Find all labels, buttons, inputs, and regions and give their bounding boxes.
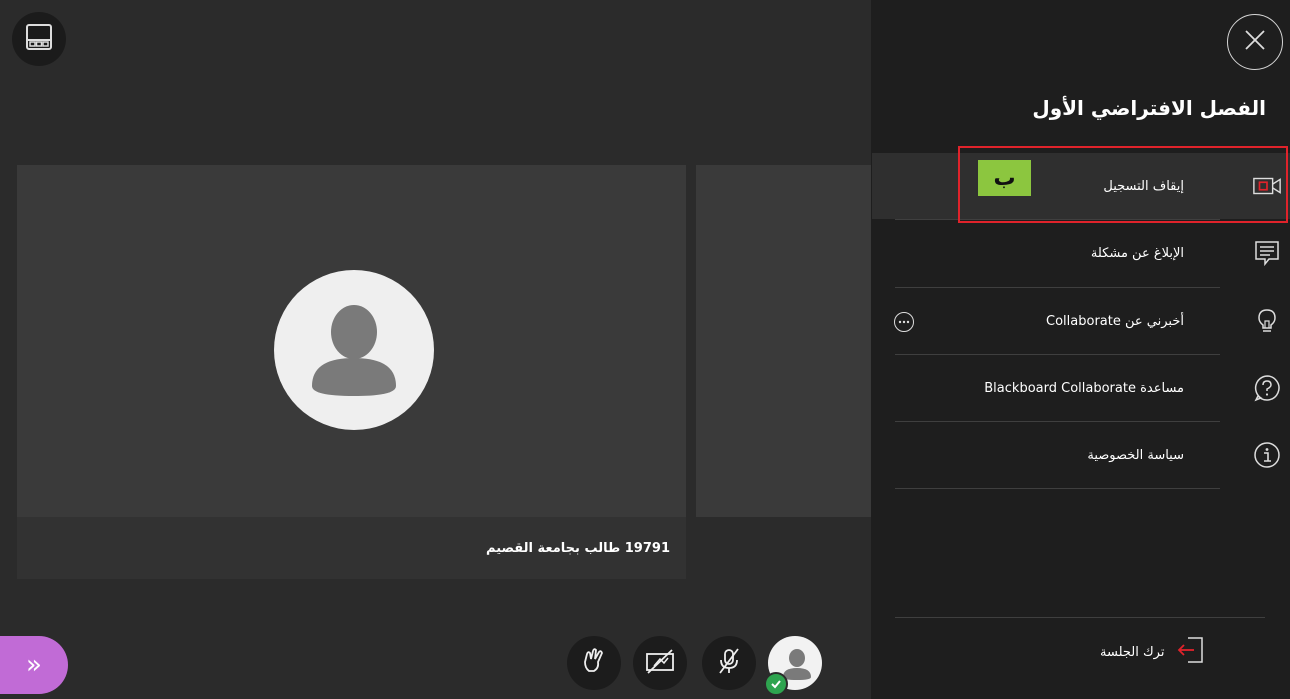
chevrons-right-icon: » [26,650,42,680]
info-icon [1252,440,1282,470]
camera-off-icon [644,646,676,680]
menu-item-privacy-policy[interactable]: سياسة الخصوصية [895,422,1280,488]
leave-divider [895,617,1265,618]
participant-name: 19791 طالب بجامعة القصيم [486,541,670,556]
lightbulb-icon [1252,306,1282,336]
connected-check-icon [764,672,788,696]
exit-icon [1176,634,1206,670]
menu-item-label: مساعدة Blackboard Collaborate [984,380,1184,396]
grid-layout-icon [24,22,54,56]
participant-avatar [274,270,434,430]
menu-item-label: أخبرني عن Collaborate [1046,313,1184,329]
menu-item-label: الإبلاغ عن مشكلة [1090,245,1184,261]
my-status-button[interactable] [764,636,822,696]
help-icon [1252,373,1282,403]
leave-session-button[interactable]: ترك الجلسة [1100,632,1270,672]
hand-raise-icon [579,646,609,680]
microphone-toggle-button[interactable] [702,636,756,690]
participant-name-bar: 19791 طالب بجامعة القصيم [17,517,686,579]
close-panel-button[interactable] [1227,14,1283,70]
menu-item-label: سياسة الخصوصية [1087,447,1184,463]
expand-panel-button[interactable]: » [0,636,68,694]
camera-toggle-button[interactable] [633,636,687,690]
secondary-tile [696,165,871,517]
menu-divider [895,488,1220,489]
report-icon [1252,238,1282,268]
session-title: الفصل الافتراضي الأول [1032,96,1266,120]
layout-button[interactable] [12,12,66,66]
mic-off-icon [714,646,744,680]
close-icon [1242,27,1268,57]
more-options-icon[interactable] [894,312,914,332]
leave-session-label: ترك الجلسة [1100,644,1165,660]
menu-item-about-collaborate[interactable]: أخبرني عن Collaborate [895,288,1276,354]
menu-item-help[interactable]: مساعدة Blackboard Collaborate [895,355,1280,421]
annotation-tag: ب [978,160,1031,196]
share-content-button[interactable] [567,636,621,690]
menu-item-report-issue[interactable]: الإبلاغ عن مشكلة [895,220,1279,286]
